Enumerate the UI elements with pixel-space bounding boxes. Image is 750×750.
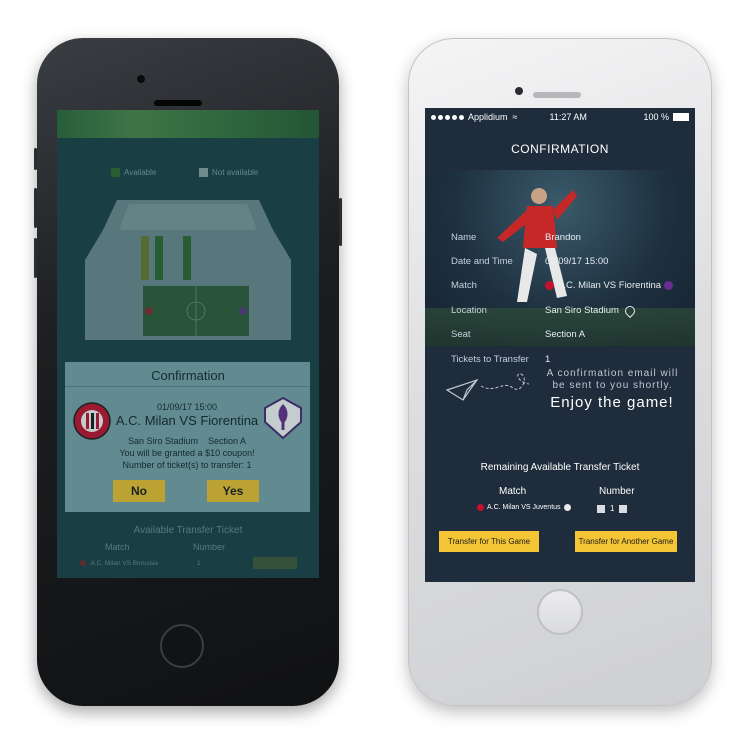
yes-button[interactable]: Yes xyxy=(207,480,259,502)
detail-name: Name Brandon xyxy=(451,232,581,243)
detail-datetime-value: 01/09/17 15:00 xyxy=(545,256,609,267)
enjoy-message: Enjoy the game! xyxy=(550,394,674,411)
detail-match-value: A.C. Milan VS Fiorentina xyxy=(557,280,662,291)
location-pin-icon[interactable] xyxy=(622,303,638,318)
detail-name-label: Name xyxy=(451,232,477,243)
transfer-this-game-button[interactable]: Transfer for This Game xyxy=(439,531,539,552)
decrement-button[interactable] xyxy=(597,504,605,513)
section-a[interactable] xyxy=(129,236,137,280)
front-camera xyxy=(137,75,145,83)
section-e-available[interactable] xyxy=(183,236,191,280)
detail-datetime: Date and Time 01/09/17 15:00 xyxy=(451,256,608,267)
legend-available-label: Available xyxy=(124,168,157,177)
detail-tickets-value: 1 xyxy=(545,354,551,365)
front-camera xyxy=(515,87,523,95)
not-available-swatch xyxy=(199,168,208,177)
modal-ticket-count: Number of ticket(s) to transfer: 1 xyxy=(97,460,277,470)
detail-match: Match A.C. Milan VS Fiorentina xyxy=(451,280,676,291)
remaining-transfer-title: Remaining Available Transfer Ticket xyxy=(480,462,640,473)
section-g[interactable] xyxy=(211,236,219,280)
col-number-header: Number xyxy=(599,486,635,497)
dark-col-match: Match xyxy=(105,542,130,552)
home-button[interactable] xyxy=(537,589,583,635)
signal-dots-icon xyxy=(431,114,464,120)
detail-location-label: Location xyxy=(451,305,487,316)
dark-col-number: Number xyxy=(193,542,226,552)
section-d[interactable] xyxy=(169,236,177,280)
section-b-available[interactable] xyxy=(141,236,149,280)
detail-location-value: San Siro Stadium xyxy=(545,305,619,316)
available-transfer-title: Available Transfer Ticket xyxy=(133,525,243,536)
milan-marker-icon xyxy=(145,307,153,315)
tickets-value: 1 xyxy=(246,460,252,470)
coupon-prefix: You will be granted a xyxy=(119,448,203,458)
modal-divider xyxy=(65,386,310,387)
confirmation-screen: Applidium ≈ 11:27 AM 100 % CONFIRMATION … xyxy=(425,108,695,582)
volume-up-button xyxy=(34,188,37,228)
fiorentina-crest-icon xyxy=(664,281,674,290)
detail-match-label: Match xyxy=(451,280,477,291)
status-time: 11:27 AM xyxy=(549,112,587,122)
silver-phone: Applidium ≈ 11:27 AM 100 % CONFIRMATION … xyxy=(408,38,712,706)
seat-selection-screen: Available Not available Confirmation 01/… xyxy=(57,110,319,578)
paper-plane-icon xyxy=(445,373,530,401)
remaining-row-match-text: A.C. Milan VS Juventus xyxy=(487,504,561,511)
modal-title: Confirmation xyxy=(151,368,225,383)
legend-available: Available xyxy=(111,168,156,177)
detail-name-value: Brandon xyxy=(545,232,581,243)
modal-datetime: 01/09/17 15:00 xyxy=(156,402,218,412)
detail-seat-label: Seat xyxy=(451,329,471,340)
earpiece-speaker xyxy=(154,100,202,106)
dark-row-number: 1 xyxy=(197,560,201,567)
quantity-value: 1 xyxy=(610,504,615,513)
transfer-another-game-button[interactable]: Transfer for Another Game xyxy=(575,531,677,552)
wifi-icon: ≈ xyxy=(512,112,518,122)
volume-down-button xyxy=(34,238,37,278)
stadium-seat-map[interactable] xyxy=(77,190,299,340)
status-bar: Applidium ≈ 11:27 AM 100 % xyxy=(425,108,695,126)
ticket-quantity-stepper[interactable]: 1 xyxy=(597,504,628,513)
coupon-amount: $10 coupon! xyxy=(205,448,255,458)
tickets-label: Number of ticket(s) to transfer: xyxy=(122,460,244,470)
home-button[interactable] xyxy=(160,624,204,668)
remaining-row-match: A.C. Milan VS Juventus xyxy=(477,504,574,511)
detail-seat-value: Section A xyxy=(545,329,586,340)
no-button[interactable]: No xyxy=(113,480,165,502)
battery-percent: 100 % xyxy=(643,112,669,122)
available-swatch xyxy=(111,168,120,177)
email-message: A confirmation email will be sent to you… xyxy=(546,368,679,391)
detail-datetime-label: Date and Time xyxy=(451,256,513,267)
legend-not-available-label: Not available xyxy=(212,168,259,177)
mute-switch xyxy=(34,148,37,170)
stand-top xyxy=(119,204,257,230)
milan-crest-icon xyxy=(477,504,484,511)
section-f[interactable] xyxy=(197,236,205,280)
earpiece-speaker xyxy=(533,92,581,98)
milan-crest-icon xyxy=(545,281,554,290)
modal-location: San Siro Stadium Section A xyxy=(97,436,277,446)
stage: Available Not available Confirmation 01/… xyxy=(0,0,750,750)
modal-stadium: San Siro Stadium xyxy=(127,436,198,446)
legend-not-available: Not available xyxy=(199,168,258,177)
detail-location: Location San Siro Stadium xyxy=(451,303,638,318)
dark-transfer-button xyxy=(253,557,297,569)
modal-section: Section A xyxy=(208,436,247,446)
fiorentina-marker-icon xyxy=(239,307,247,315)
dark-row-match: A.C. Milan VS Borussia xyxy=(77,560,158,567)
section-c-available[interactable] xyxy=(155,236,163,280)
battery-icon xyxy=(673,113,689,121)
power-button xyxy=(339,198,342,246)
juventus-crest-icon xyxy=(563,504,571,511)
modal-match: A.C. Milan VS Fiorentina xyxy=(115,413,259,428)
page-title: CONFIRMATION xyxy=(511,142,609,156)
milan-mini-icon xyxy=(80,560,86,567)
col-match-header: Match xyxy=(499,486,527,497)
detail-seat: Seat Section A xyxy=(451,329,585,340)
dark-phone: Available Not available Confirmation 01/… xyxy=(34,38,342,706)
increment-button[interactable] xyxy=(619,504,628,513)
carrier-name: Applidium xyxy=(468,112,508,122)
pitch-banner xyxy=(57,110,319,138)
dark-row-match-text: A.C. Milan VS Borussia xyxy=(90,560,159,567)
modal-coupon: You will be granted a $10 coupon! xyxy=(97,448,277,458)
